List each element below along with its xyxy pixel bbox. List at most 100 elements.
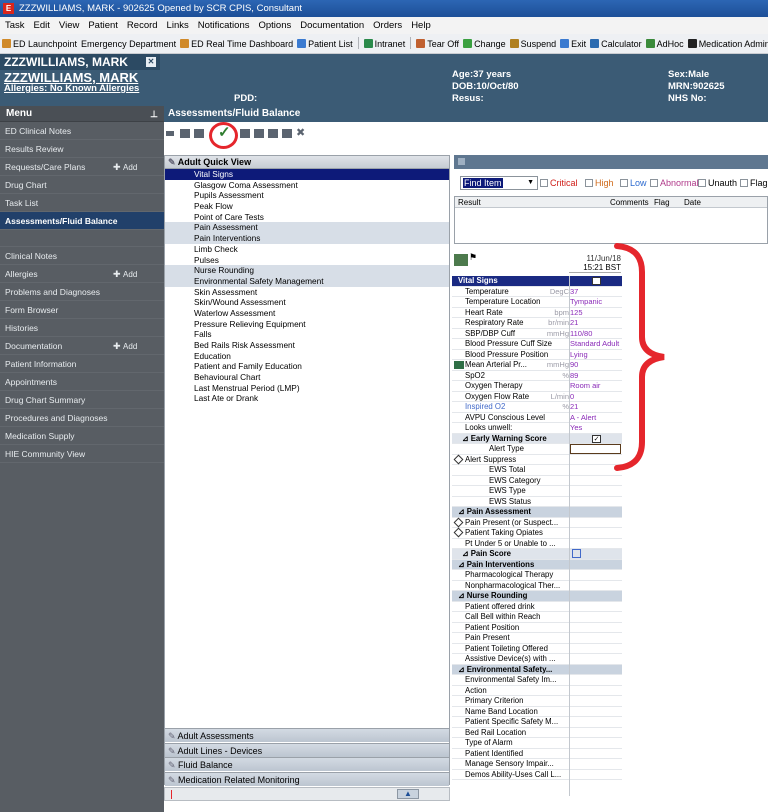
- sidebar-item-procedures-and-diagnoses[interactable]: Procedures and Diagnoses: [0, 409, 164, 427]
- table-icon[interactable]: [194, 129, 204, 138]
- patient-tab[interactable]: ZZZWILLIAMS, MARK ✕: [0, 54, 160, 70]
- allergies-link[interactable]: Allergies: No Known Allergies: [4, 83, 139, 94]
- flowsheet-row[interactable]: Name Band Location: [452, 707, 622, 717]
- menu-edit[interactable]: Edit: [29, 17, 54, 34]
- flowsheet-section[interactable]: ⊿ Nurse Rounding: [452, 591, 622, 602]
- sidebar-item-requests-care-plans[interactable]: Requests/Care Plans ✚ Add: [0, 158, 164, 176]
- flowsheet-row[interactable]: Pain Present (or Suspect...: [452, 517, 622, 528]
- flowsheet-row[interactable]: Looks unwell: Yes: [452, 423, 622, 434]
- list-icon[interactable]: [268, 129, 278, 138]
- checkbox-box[interactable]: [620, 179, 628, 187]
- toolbar-tear-off[interactable]: Tear Off: [414, 34, 461, 53]
- pin-icon[interactable]: ⊥: [150, 106, 158, 122]
- flowsheet-row[interactable]: Mean Arterial Pr... mmHg 90: [452, 360, 622, 371]
- quick-view-item[interactable]: Pulses: [165, 255, 449, 266]
- section-band-adult-assessments[interactable]: ✎ Adult Assessments: [165, 728, 449, 742]
- flowsheet-row[interactable]: EWS Status: [452, 497, 622, 507]
- flowsheet-row[interactable]: Blood Pressure Cuff Size Standard Adult: [452, 339, 622, 350]
- filter-abnormal-checkbox[interactable]: Abnormal: [650, 174, 699, 192]
- sidebar-item-drug-chart-summary[interactable]: Drug Chart Summary: [0, 391, 164, 409]
- scroll-up-button[interactable]: ▲: [397, 789, 419, 799]
- quick-view-item[interactable]: Skin/Wound Assessment: [165, 297, 449, 308]
- flowsheet-section[interactable]: ⊿ Environmental Safety...: [452, 664, 622, 675]
- flowsheet-section[interactable]: ⊿ Pain Assessment: [452, 507, 622, 518]
- flowsheet-row[interactable]: Patient Toileting Offered: [452, 644, 622, 654]
- sidebar-item-clinical-notes[interactable]: Clinical Notes: [0, 247, 164, 265]
- pain-score-icon[interactable]: [572, 549, 581, 558]
- toolbar-exit[interactable]: Exit: [558, 34, 588, 53]
- flowsheet-row[interactable]: Oxygen Therapy Room air: [452, 381, 622, 392]
- column-header-flag[interactable]: Flag: [654, 197, 670, 208]
- flowsheet-section[interactable]: ⊿ Early Warning Score ✓: [452, 433, 622, 444]
- filter-critical-checkbox[interactable]: Critical: [540, 174, 578, 192]
- menu-record[interactable]: Record: [122, 17, 162, 34]
- quick-view-item[interactable]: Skin Assessment: [165, 287, 449, 298]
- quick-view-item[interactable]: Education: [165, 351, 449, 362]
- toolbar-medication-administration[interactable]: Medication Administration: [686, 34, 768, 53]
- filter-unauth-checkbox[interactable]: Unauth: [698, 174, 737, 192]
- flowsheet-row[interactable]: Heart Rate bpm 125: [452, 308, 622, 318]
- close-icon[interactable]: ✕: [146, 57, 156, 67]
- flowsheet-row[interactable]: Alert Suppress: [452, 454, 622, 465]
- flowsheet-row[interactable]: Assistive Device(s) with ...: [452, 654, 622, 665]
- flowsheet-row[interactable]: EWS Category: [452, 476, 622, 486]
- flowsheet-row[interactable]: Oxygen Flow Rate L/min 0: [452, 392, 622, 402]
- flowsheet-row[interactable]: Pain Present: [452, 633, 622, 644]
- sidebar-item-appointments[interactable]: Appointments: [0, 373, 164, 391]
- toolbar-calculator[interactable]: Calculator: [588, 34, 644, 53]
- quick-view-item[interactable]: Peak Flow: [165, 201, 449, 212]
- quick-view-item[interactable]: Glasgow Coma Assessment: [165, 180, 449, 191]
- menu-patient[interactable]: Patient: [83, 17, 122, 34]
- quick-view-item[interactable]: Nurse Rounding: [165, 265, 449, 276]
- flowsheet-row[interactable]: Environmental Safety Im...: [452, 675, 622, 686]
- menu-links[interactable]: Links: [162, 17, 193, 34]
- quick-view-item[interactable]: Pressure Relieving Equipment: [165, 319, 449, 330]
- menu-documentation[interactable]: Documentation: [295, 17, 368, 34]
- toolbar-change[interactable]: Change: [461, 34, 508, 53]
- flowsheet-section[interactable]: ⊿ Pain Score: [452, 549, 622, 560]
- cancel-icon[interactable]: ✖: [296, 126, 305, 139]
- checkbox-box[interactable]: [650, 179, 658, 187]
- sidebar-item-drug-chart[interactable]: Drug Chart: [0, 176, 164, 194]
- column-header-result[interactable]: Result: [458, 197, 481, 208]
- flowsheet-row[interactable]: SBP/DBP Cuff mmHg 110/80: [452, 329, 622, 339]
- quick-view-item[interactable]: Environmental Safety Management: [165, 275, 449, 287]
- flowsheet-row[interactable]: Patient Position: [452, 623, 622, 633]
- stop-icon[interactable]: [282, 129, 292, 138]
- find-item-dropdown[interactable]: Find Item ▼: [460, 176, 538, 190]
- sidebar-item-allergies[interactable]: Allergies ✚ Add: [0, 265, 164, 283]
- quick-view-item[interactable]: Vital Signs: [165, 169, 449, 180]
- checkbox-box[interactable]: [585, 179, 593, 187]
- menu-view[interactable]: View: [54, 17, 83, 34]
- horizontal-scrollbar[interactable]: ▲: [164, 787, 450, 801]
- flowsheet-section[interactable]: Vital Signs ✓: [452, 276, 622, 287]
- filter-low-checkbox[interactable]: Low: [620, 174, 647, 192]
- sidebar-item-medication-supply[interactable]: Medication Supply: [0, 427, 164, 445]
- column-header-date[interactable]: Date: [684, 197, 701, 208]
- grid-icon[interactable]: [180, 129, 190, 138]
- flowsheet-row[interactable]: AVPU Conscious Level A - Alert: [452, 413, 622, 423]
- section-band-fluid-balance[interactable]: ✎ Fluid Balance: [165, 757, 449, 771]
- quick-view-header[interactable]: ✎ Adult Quick View: [165, 156, 449, 169]
- sidebar-item-documentation[interactable]: Documentation ✚ Add: [0, 337, 164, 355]
- toolbar-adhoc[interactable]: AdHoc: [644, 34, 686, 53]
- flowsheet-row[interactable]: Action: [452, 686, 622, 696]
- quick-view-item[interactable]: Pupils Assessment: [165, 190, 449, 201]
- clock-icon[interactable]: [240, 129, 250, 138]
- add-button[interactable]: ✚ Add: [113, 158, 137, 177]
- filter-high-checkbox[interactable]: High: [585, 174, 614, 192]
- flowsheet-row[interactable]: Patient Specific Safety M...: [452, 717, 622, 728]
- binoculars-icon[interactable]: [254, 129, 264, 138]
- sidebar-item-results-review[interactable]: Results Review: [0, 140, 164, 158]
- quick-view-item[interactable]: Patient and Family Education: [165, 361, 449, 372]
- flowsheet-row[interactable]: Blood Pressure Position Lying: [452, 350, 622, 360]
- section-band-medication-related-monitoring[interactable]: ✎ Medication Related Monitoring: [165, 771, 449, 786]
- filter-flag-checkbox[interactable]: Flag: [740, 174, 768, 192]
- toolbar-ed-launchpoint[interactable]: ED Launchpoint: [0, 34, 79, 53]
- add-button[interactable]: ✚ Add: [113, 265, 137, 284]
- flowsheet-row[interactable]: Nonpharmacological Ther...: [452, 581, 622, 591]
- sidebar-item-ed-clinical-notes[interactable]: ED Clinical Notes: [0, 122, 164, 140]
- menu-help[interactable]: Help: [406, 17, 435, 34]
- quick-view-item[interactable]: Behavioural Chart: [165, 372, 449, 383]
- flowsheet-row[interactable]: Patient Taking Opiates: [452, 527, 622, 539]
